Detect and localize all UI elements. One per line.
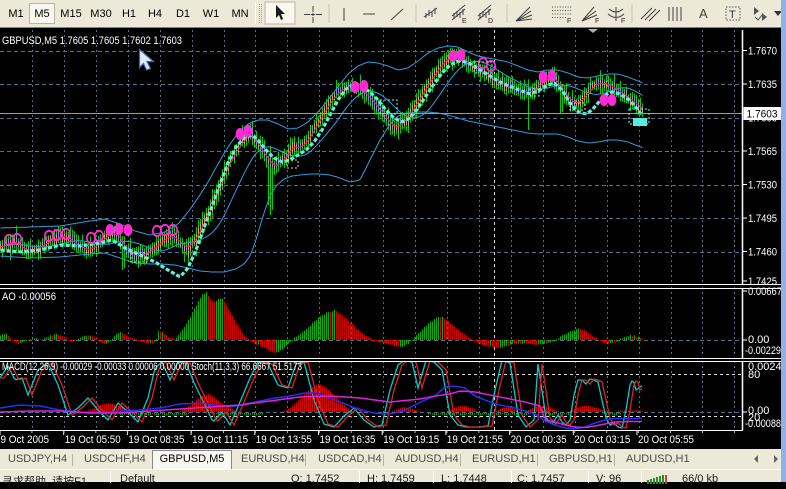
svg-text:1.7670: 1.7670 — [748, 46, 777, 58]
svg-text:19 Oct 13:55: 19 Oct 13:55 — [256, 434, 312, 446]
svg-text:19 Oct 05:50: 19 Oct 05:50 — [65, 434, 121, 446]
svg-text:19 Oct 2005: 19 Oct 2005 — [0, 434, 49, 446]
svg-text:F: F — [621, 18, 625, 25]
svg-text:19 Oct 19:15: 19 Oct 19:15 — [383, 434, 439, 446]
svg-text:MACD(12,26,9) -0.00029 -0.0003: MACD(12,26,9) -0.00029 -0.00033 0.00006 … — [2, 361, 302, 373]
svg-text:19 Oct 16:35: 19 Oct 16:35 — [320, 434, 376, 446]
svg-text:D: D — [488, 18, 493, 25]
svg-text:F: F — [567, 18, 571, 25]
svg-text:19 Oct 08:35: 19 Oct 08:35 — [128, 434, 184, 446]
svg-text:-0.00229: -0.00229 — [745, 345, 781, 357]
svg-text:20 Oct 00:35: 20 Oct 00:35 — [511, 434, 567, 446]
svg-text:20 Oct 03:15: 20 Oct 03:15 — [574, 434, 630, 446]
svg-text:-0.00088: -0.00088 — [745, 418, 781, 430]
svg-text:1.7603: 1.7603 — [747, 109, 778, 121]
svg-text:E: E — [462, 18, 467, 25]
svg-text:T: T — [729, 9, 736, 21]
svg-text:1.7530: 1.7530 — [748, 180, 777, 192]
svg-text:GBPUSD,M5 1.7605 1.7605 1.760: GBPUSD,M5 1.7605 1.7605 1.7602 1.7603 — [2, 35, 182, 47]
svg-text:1.7635: 1.7635 — [748, 79, 777, 91]
svg-text:19 Oct 21:55: 19 Oct 21:55 — [447, 434, 503, 446]
svg-text:F: F — [595, 18, 599, 25]
svg-text:19 Oct 11:15: 19 Oct 11:15 — [192, 434, 248, 446]
svg-text:1.7565: 1.7565 — [748, 146, 777, 158]
svg-text:0.00667: 0.00667 — [748, 286, 782, 298]
svg-text:AO -0.00056: AO -0.00056 — [2, 291, 56, 303]
svg-text:1.7495: 1.7495 — [748, 213, 777, 225]
svg-text:80: 80 — [748, 369, 760, 381]
svg-text:1.7460: 1.7460 — [748, 247, 777, 259]
svg-text:20 Oct 05:55: 20 Oct 05:55 — [638, 434, 694, 446]
